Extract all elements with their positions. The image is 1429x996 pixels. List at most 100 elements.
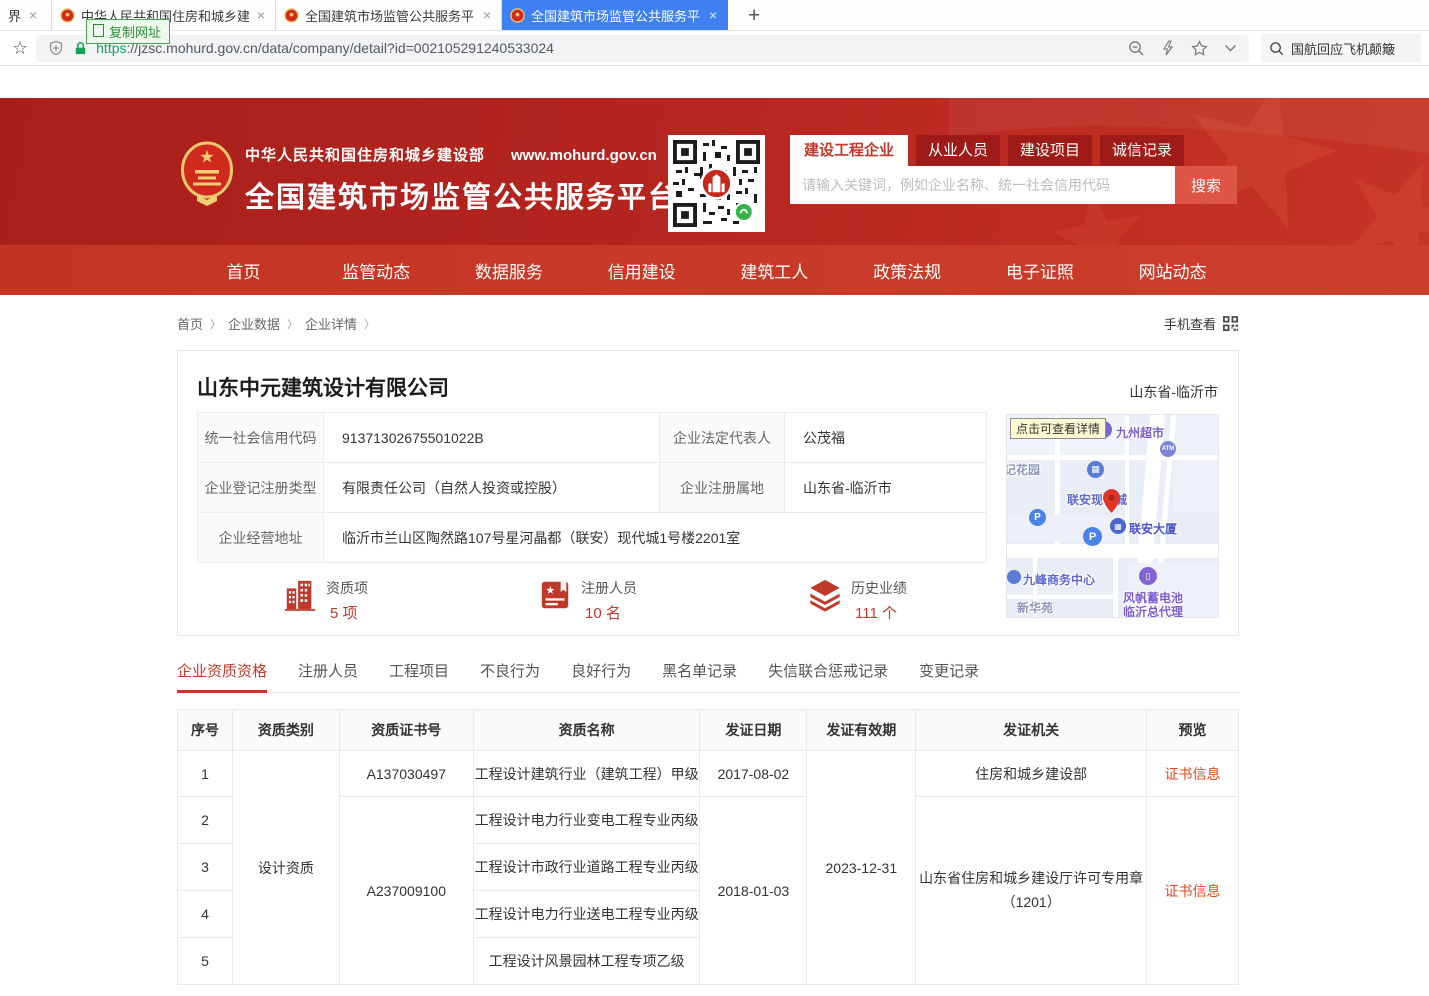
col-seq: 序号	[178, 710, 233, 751]
nav-policies[interactable]: 政策法规	[841, 245, 974, 295]
cert-no-cell: A237009100	[339, 797, 473, 985]
breadcrumb-company-data[interactable]: 企业数据	[228, 314, 280, 333]
category-cell: 设计资质	[232, 751, 339, 985]
tab-qualifications[interactable]: 企业资质资格	[177, 660, 267, 681]
legal-representative-value: 公茂福	[785, 413, 987, 463]
company-name: 山东中元建筑设计有限公司	[197, 372, 449, 402]
info-label: 企业登记注册类型	[198, 463, 324, 513]
browser-tab-jzsc[interactable]: 全国建筑市场监管公共服务平台 ×	[276, 0, 502, 30]
building-marker-icon: ▦	[1087, 461, 1104, 478]
main-navigation: 首页 监管动态 数据服务 信用建设 建筑工人 政策法规 电子证照 网站动态	[0, 245, 1429, 295]
building-icon	[283, 578, 317, 612]
nav-home[interactable]: 首页	[177, 245, 310, 295]
nav-data-services[interactable]: 数据服务	[443, 245, 576, 295]
business-address-value: 临沂市兰山区陶然路107号星河晶都（联安）现代城1号楼2201室	[324, 513, 987, 563]
qr-code-icon[interactable]	[1222, 315, 1239, 332]
favorite-star-icon[interactable]	[1191, 40, 1208, 57]
info-label: 企业注册属地	[660, 463, 785, 513]
news-query-text: 国航回应飞机颠簸	[1291, 39, 1395, 58]
col-name: 资质名称	[473, 710, 700, 751]
qualification-name-cell: 工程设计电力行业送电工程专业丙级	[473, 891, 700, 938]
tab-bad-behavior[interactable]: 不良行为	[480, 660, 540, 681]
nav-construction-workers[interactable]: 建筑工人	[708, 245, 841, 295]
tab-title: 界	[8, 6, 21, 25]
stat-label: 历史业绩	[851, 578, 907, 598]
search-tab-credit-records[interactable]: 诚信记录	[1100, 135, 1184, 166]
map-label-tower: 联安大厦	[1129, 520, 1177, 537]
qualification-table: 序号 资质类别 资质证书号 资质名称 发证日期 发证有效期 发证机关 预览 1 …	[177, 709, 1239, 985]
shield-permission-icon[interactable]	[48, 40, 64, 56]
certificate-icon	[538, 578, 572, 612]
copy-url-tooltip: 复制网址	[86, 19, 170, 44]
national-emblem-icon	[180, 140, 234, 206]
preview-cell: 证书信息	[1147, 797, 1239, 985]
close-icon[interactable]: ×	[707, 7, 719, 23]
search-icon	[1269, 41, 1284, 56]
ministry-line: 中华人民共和国住房和城乡建设部www.mohurd.gov.cn	[245, 144, 679, 165]
flash-save-icon[interactable]	[1161, 40, 1175, 56]
quick-search-box[interactable]: 国航回应飞机颠簸	[1261, 34, 1421, 62]
tower-marker-icon: ▦	[1110, 518, 1126, 534]
search-tab-projects[interactable]: 建设项目	[1008, 135, 1092, 166]
address-bar[interactable]: https://jzsc.mohurd.gov.cn/data/company/…	[36, 35, 1249, 62]
close-icon[interactable]: ×	[27, 7, 39, 23]
breadcrumb-company-detail[interactable]: 企业详情	[305, 314, 357, 333]
registration-region-value: 山东省-临沂市	[785, 463, 987, 513]
preview-cell: 证书信息	[1147, 751, 1239, 797]
search-tab-construction-enterprise[interactable]: 建设工程企业	[790, 135, 908, 166]
stat-value[interactable]: 5 项	[326, 602, 368, 623]
search-button[interactable]: 搜索	[1175, 166, 1237, 204]
breadcrumb-separator: 〉	[210, 316, 221, 332]
map-tooltip[interactable]: 点击可查看详情	[1010, 418, 1106, 439]
close-icon[interactable]: ×	[481, 7, 493, 23]
tab-good-behavior[interactable]: 良好行为	[571, 660, 631, 681]
cert-no-cell: A137030497	[339, 751, 473, 797]
tab-title: 全国建筑市场监管公共服务平台	[305, 6, 475, 25]
tab-blacklist[interactable]: 黑名单记录	[662, 660, 737, 681]
certificate-info-link[interactable]: 证书信息	[1165, 883, 1221, 899]
mobile-view-label[interactable]: 手机查看	[1164, 314, 1216, 333]
stat-value[interactable]: 10 名	[581, 602, 637, 623]
browser-tab-partial[interactable]: 界 ×	[0, 0, 52, 30]
stat-value[interactable]: 111 个	[851, 602, 907, 623]
validity-cell: 2023-12-31	[807, 751, 916, 985]
bookmark-star-icon[interactable]: ☆	[12, 38, 28, 59]
table-row: 1 设计资质 A137030497 工程设计建筑行业（建筑工程）甲级 2017-…	[178, 751, 1239, 797]
site-header: 中华人民共和国住房和城乡建设部www.mohurd.gov.cn 全国建筑市场监…	[0, 98, 1429, 245]
location-map[interactable]: ⌂ 九州超市 ATM 记花园 ▦ 联安现代城 ▦ 联安大厦 P P 九峰商务中心…	[1006, 414, 1219, 618]
platform-title: 全国建筑市场监管公共服务平台	[245, 174, 679, 216]
company-region: 山东省-临沂市	[1129, 382, 1218, 402]
stat-registered-personnel: 注册人员 10 名	[538, 578, 637, 623]
seq-cell: 2	[178, 797, 233, 844]
nav-credit-building[interactable]: 信用建设	[575, 245, 708, 295]
qualification-name-cell: 工程设计市政行业道路工程专业丙级	[473, 844, 700, 891]
keyword-search-input[interactable]	[790, 166, 1175, 204]
search-tab-practitioners[interactable]: 从业人员	[916, 135, 1000, 166]
layers-icon	[808, 578, 842, 612]
map-label-business-center: 九峰商务中心	[1023, 571, 1095, 588]
tab-registered-personnel[interactable]: 注册人员	[298, 660, 358, 681]
col-category: 资质类别	[232, 710, 339, 751]
emblem-favicon-icon	[284, 8, 299, 23]
business-marker-icon	[1007, 570, 1021, 584]
zoom-out-icon[interactable]	[1128, 40, 1145, 57]
info-label: 企业经营地址	[198, 513, 324, 563]
certificate-info-link[interactable]: 证书信息	[1165, 766, 1221, 782]
emblem-favicon-icon	[510, 8, 525, 23]
tab-dishonesty-records[interactable]: 失信联合惩戒记录	[768, 660, 888, 681]
issue-date-cell: 2018-01-03	[700, 797, 807, 985]
tab-projects[interactable]: 工程项目	[389, 660, 449, 681]
breadcrumb-home[interactable]: 首页	[177, 314, 203, 333]
nav-site-news[interactable]: 网站动态	[1106, 245, 1239, 295]
close-icon[interactable]: ×	[255, 7, 267, 23]
map-label-garden: 记花园	[1006, 461, 1040, 478]
nav-supervision-news[interactable]: 监管动态	[310, 245, 443, 295]
map-label-battery-line2: 临沂总代理	[1123, 603, 1183, 618]
nav-e-certificates[interactable]: 电子证照	[974, 245, 1107, 295]
tab-change-records[interactable]: 变更记录	[919, 660, 979, 681]
browser-tab-active[interactable]: 全国建筑市场监管公共服务平台 ×	[502, 0, 728, 30]
parking-marker-icon: P	[1083, 527, 1102, 546]
chevron-down-icon[interactable]	[1224, 44, 1237, 53]
new-tab-button[interactable]: +	[742, 5, 766, 26]
atm-marker-icon: ATM	[1160, 441, 1176, 457]
